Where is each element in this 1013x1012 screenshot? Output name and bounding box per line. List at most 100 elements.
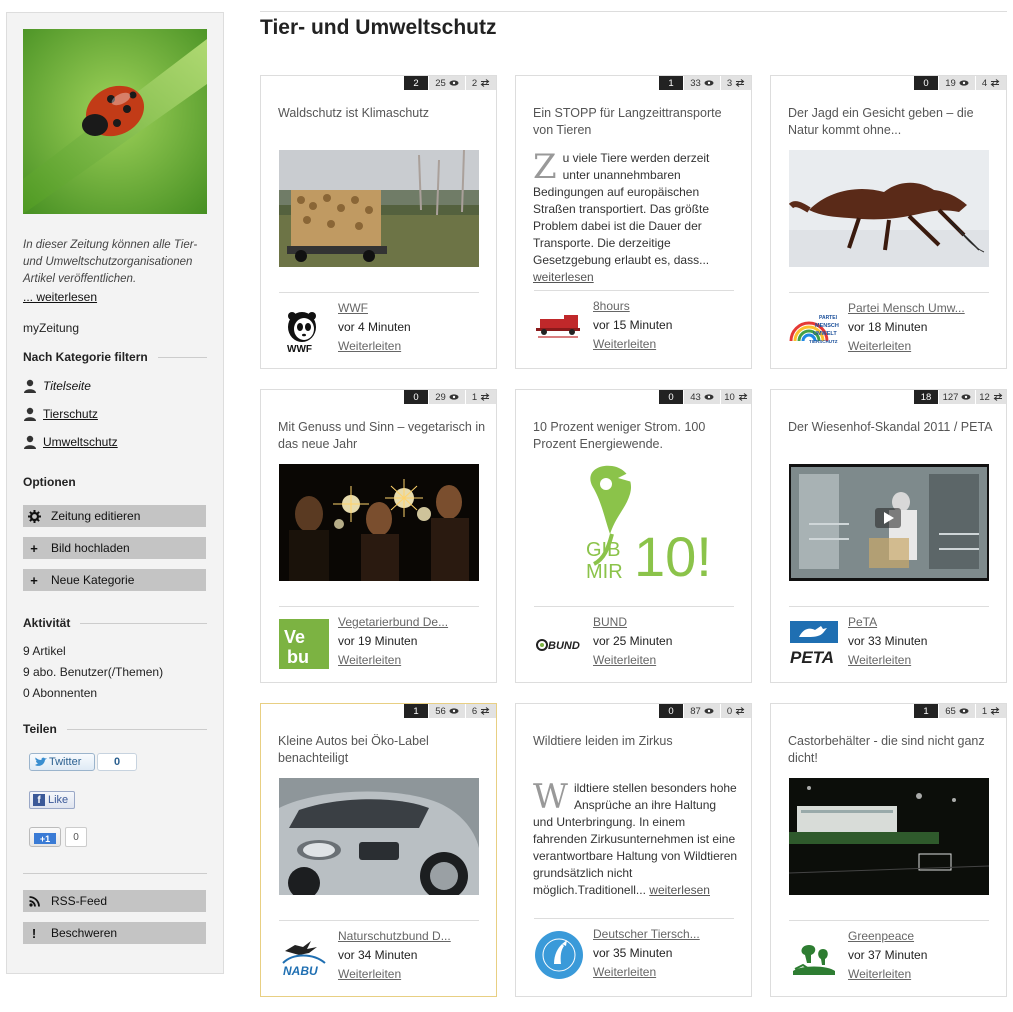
- share-count: 6: [466, 704, 496, 718]
- svg-text:10!: 10!: [634, 525, 712, 581]
- article-card[interactable]: 1 56 6 Kleine Autos bei Öko-Label benach…: [260, 703, 497, 997]
- svg-text:WWF: WWF: [287, 344, 312, 355]
- twitter-bird-icon: [35, 757, 47, 766]
- article-card[interactable]: 0 87 0 Wildtiere leiden im Zirkus Wildti…: [515, 703, 752, 997]
- forward-link[interactable]: Weiterleiten: [593, 653, 656, 667]
- timestamp: vor 37 Minuten: [848, 948, 928, 962]
- card-stats: 0 29 1: [404, 390, 496, 404]
- forward-link[interactable]: Weiterleiten: [338, 339, 401, 353]
- source-link[interactable]: Greenpeace: [848, 929, 914, 943]
- category-tierschutz[interactable]: Tierschutz: [23, 407, 98, 421]
- article-video-thumbnail[interactable]: [789, 464, 989, 581]
- newspaper-description: In dieser Zeitung können alle Tier- und …: [23, 239, 198, 285]
- svg-text:UMWELT: UMWELT: [813, 331, 837, 337]
- svg-text:PARTEI: PARTEI: [819, 315, 838, 321]
- category-umweltschutz[interactable]: Umweltschutz: [23, 435, 118, 449]
- report-button[interactable]: ! Beschweren: [23, 922, 206, 944]
- article-card[interactable]: 2 25 2 Waldschutz ist Klimaschutz WWF WW…: [260, 75, 497, 369]
- user-icon: [24, 379, 36, 393]
- svg-text:MIR: MIR: [586, 561, 623, 581]
- svg-text:PETA: PETA: [790, 648, 834, 667]
- eye-icon: [959, 708, 969, 714]
- source-link[interactable]: Naturschutzbund D...: [338, 929, 451, 943]
- article-card[interactable]: 1 33 3 Ein STOPP für Langzeittransporte …: [515, 75, 752, 369]
- gplus-button[interactable]: +1: [29, 827, 61, 847]
- activity-articles: 9 Artikel: [23, 644, 66, 658]
- card-stats: 18 127 12: [914, 390, 1006, 404]
- source-link[interactable]: 8hours: [593, 299, 630, 313]
- forward-link[interactable]: Weiterleiten: [593, 337, 656, 351]
- read-more-link[interactable]: weiterlesen: [533, 270, 594, 284]
- source-link[interactable]: BUND: [593, 615, 627, 629]
- forward-link[interactable]: Weiterleiten: [848, 653, 911, 667]
- article-image[interactable]: [789, 150, 989, 267]
- share-arrows-icon: [735, 707, 745, 715]
- category-titelseite[interactable]: Titelseite: [23, 379, 91, 393]
- comment-count: 2: [404, 76, 428, 90]
- share-arrows-icon: [990, 79, 1000, 87]
- card-stats: 2 25 2: [404, 76, 496, 90]
- article-title[interactable]: Kleine Autos bei Öko-Label benachteiligt: [278, 733, 488, 767]
- article-card[interactable]: 1 65 1 Castorbehälter - die sind nicht g…: [770, 703, 1007, 997]
- svg-text:NABU: NABU: [283, 964, 318, 978]
- article-title[interactable]: Waldschutz ist Klimaschutz: [278, 105, 488, 122]
- article-image[interactable]: [279, 150, 479, 267]
- twitter-button[interactable]: Twitter: [29, 753, 95, 771]
- article-card[interactable]: 0 29 1 Mit Genuss und Sinn – vegetarisch…: [260, 389, 497, 683]
- view-count: 29: [429, 390, 465, 404]
- article-image[interactable]: [279, 778, 479, 895]
- share-arrows-icon: [738, 393, 748, 401]
- vebu-logo: Ve bu: [279, 619, 329, 669]
- source-link[interactable]: PeTA: [848, 615, 877, 629]
- forward-link[interactable]: Weiterleiten: [338, 653, 401, 667]
- comment-count: 1: [404, 704, 428, 718]
- forward-link[interactable]: Weiterleiten: [338, 967, 401, 981]
- article-image[interactable]: GIB MIR 10!: [534, 464, 734, 581]
- timestamp: vor 19 Minuten: [338, 634, 418, 648]
- plus-icon: +: [30, 540, 38, 556]
- article-title[interactable]: Der Wiesenhof-Skandal 2011 / PETA: [788, 419, 998, 436]
- card-stats: 1 33 3: [659, 76, 751, 90]
- article-title[interactable]: Der Jagd ein Gesicht geben – die Natur k…: [788, 105, 998, 139]
- source-link[interactable]: WWF: [338, 301, 368, 315]
- divider: [534, 918, 734, 919]
- facebook-like-button[interactable]: f Like: [29, 791, 75, 809]
- greenpeace-logo: [789, 933, 839, 983]
- timestamp: vor 18 Minuten: [848, 320, 928, 334]
- nabu-logo: NABU: [279, 933, 329, 983]
- article-card[interactable]: 18 127 12 Der Wiesenhof-Skandal 2011 / P…: [770, 389, 1007, 683]
- forward-link[interactable]: Weiterleiten: [593, 965, 656, 979]
- article-title[interactable]: Ein STOPP für Langzeittransporte von Tie…: [533, 105, 743, 139]
- gplus-label: +1: [34, 833, 56, 844]
- article-image[interactable]: [279, 464, 479, 581]
- article-title[interactable]: Mit Genuss und Sinn – vegetarisch in das…: [278, 419, 488, 453]
- divider: [534, 606, 734, 607]
- card-stats: 0 43 10: [659, 390, 751, 404]
- forward-link[interactable]: Weiterleiten: [848, 339, 911, 353]
- svg-text:TIERSCHUTZ: TIERSCHUTZ: [809, 339, 838, 344]
- article-image[interactable]: [789, 778, 989, 895]
- tierschutzbund-logo: [534, 930, 584, 980]
- source-link[interactable]: Partei Mensch Umw...: [848, 301, 965, 315]
- read-more-link[interactable]: ... weiterlesen: [23, 290, 97, 304]
- new-category-button[interactable]: + Neue Kategorie: [23, 569, 206, 591]
- article-title[interactable]: Wildtiere leiden im Zirkus: [533, 733, 743, 750]
- drop-cap: W: [533, 777, 568, 817]
- article-title[interactable]: 10 Prozent weniger Strom. 100 Prozent En…: [533, 419, 743, 453]
- timestamp: vor 34 Minuten: [338, 948, 418, 962]
- page-title: Tier- und Umweltschutz: [260, 16, 497, 39]
- article-card[interactable]: 0 19 4 Der Jagd ein Gesicht geben – die …: [770, 75, 1007, 369]
- button-label: RSS-Feed: [51, 894, 108, 908]
- rss-feed-button[interactable]: RSS-Feed: [23, 890, 206, 912]
- source-link[interactable]: Vegetarierbund De...: [338, 615, 448, 629]
- upload-image-button[interactable]: + Bild hochladen: [23, 537, 206, 559]
- forward-link[interactable]: Weiterleiten: [848, 967, 911, 981]
- read-more-link[interactable]: weiterlesen: [649, 883, 710, 897]
- myzeitung-link[interactable]: myZeitung: [23, 321, 79, 335]
- comment-count: 0: [659, 390, 683, 404]
- article-title[interactable]: Castorbehälter - die sind nicht ganz dic…: [788, 733, 998, 767]
- source-link[interactable]: Deutscher Tiersch...: [593, 927, 700, 941]
- edit-newspaper-button[interactable]: Zeitung editieren: [23, 505, 206, 527]
- article-card[interactable]: 0 43 10 10 Prozent weniger Strom. 100 Pr…: [515, 389, 752, 683]
- eye-icon: [961, 394, 971, 400]
